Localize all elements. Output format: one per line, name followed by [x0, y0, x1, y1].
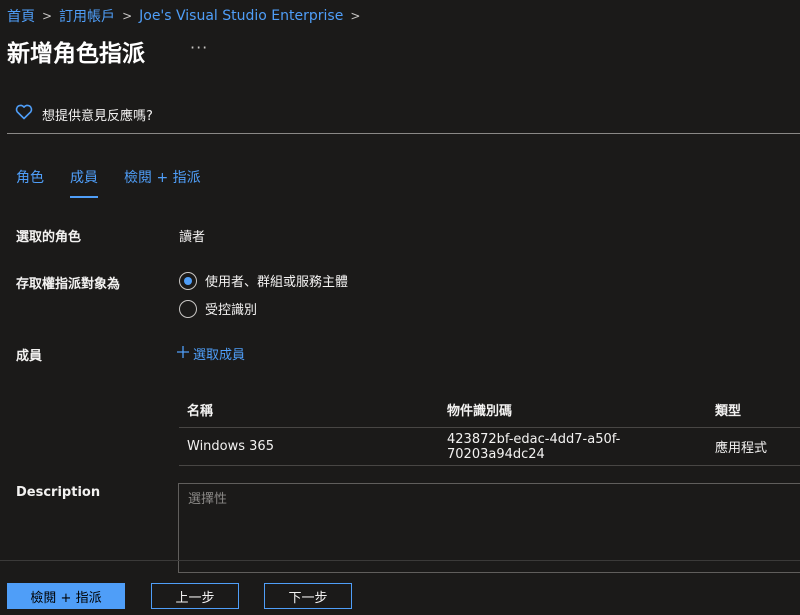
- next-button[interactable]: 下一步: [264, 583, 352, 609]
- tab-members[interactable]: 成員: [70, 167, 98, 198]
- heart-icon: [15, 104, 33, 124]
- chevron-right-icon: >: [42, 9, 53, 23]
- tab-review-assign[interactable]: 檢閱 + 指派: [124, 167, 201, 194]
- assign-access-label: 存取權指派對象為: [16, 277, 121, 292]
- table-header: 名稱 物件識別碼 類型: [179, 392, 800, 428]
- feedback-label: 想提供意見反應嗎?: [42, 108, 153, 124]
- breadcrumb-subscriptions[interactable]: 訂用帳戶: [59, 6, 115, 26]
- plus-icon: [177, 345, 189, 362]
- feedback-link[interactable]: 想提供意見反應嗎?: [15, 104, 153, 124]
- divider: [7, 133, 800, 134]
- radio-checked-icon: [179, 271, 197, 290]
- review-assign-button[interactable]: 檢閱 + 指派: [7, 583, 125, 609]
- chevron-right-icon: >: [350, 9, 361, 23]
- cell-object-id: 423872bf-edac-4dd7-a50f-70203a94dc24: [447, 431, 621, 462]
- select-members-link[interactable]: 選取成員: [177, 344, 245, 363]
- radio-user-group-sp[interactable]: 使用者、群組或服務主體: [179, 271, 348, 290]
- breadcrumb: 首頁 > 訂用帳戶 > Joe's Visual Studio Enterpri…: [7, 6, 367, 26]
- description-label: Description: [16, 485, 101, 500]
- selected-role-label: 選取的角色: [16, 230, 82, 245]
- footer-divider: [0, 560, 800, 561]
- column-header-object-id[interactable]: 物件識別碼: [447, 400, 715, 419]
- page-title: 新增角色指派: [7, 41, 145, 67]
- tab-role[interactable]: 角色: [16, 167, 44, 194]
- radio-managed-identity[interactable]: 受控識別: [179, 299, 257, 318]
- breadcrumb-subscription[interactable]: Joe's Visual Studio Enterprise: [139, 8, 343, 24]
- previous-button[interactable]: 上一步: [151, 583, 239, 609]
- members-label: 成員: [16, 349, 43, 364]
- cell-name: Windows 365: [187, 439, 274, 454]
- breadcrumb-home[interactable]: 首頁: [7, 6, 35, 26]
- description-placeholder: 選擇性: [188, 492, 228, 507]
- radio-label: 使用者、群組或服務主體: [205, 275, 349, 290]
- radio-label: 受控識別: [205, 303, 258, 318]
- cell-type: 應用程式: [715, 441, 768, 456]
- column-header-type[interactable]: 類型: [715, 400, 800, 419]
- selected-role-value: 讀者: [179, 230, 206, 245]
- tab-bar: 角色 成員 檢閱 + 指派: [16, 167, 201, 198]
- members-table: 名稱 物件識別碼 類型 Windows 365 423872bf-edac-4d…: [179, 392, 800, 466]
- chevron-right-icon: >: [122, 9, 133, 23]
- table-row[interactable]: Windows 365 423872bf-edac-4dd7-a50f-7020…: [179, 428, 800, 466]
- more-options-button[interactable]: ···: [190, 38, 208, 57]
- select-members-label: 選取成員: [193, 348, 246, 363]
- column-header-name[interactable]: 名稱: [179, 400, 447, 419]
- radio-unchecked-icon: [179, 299, 197, 318]
